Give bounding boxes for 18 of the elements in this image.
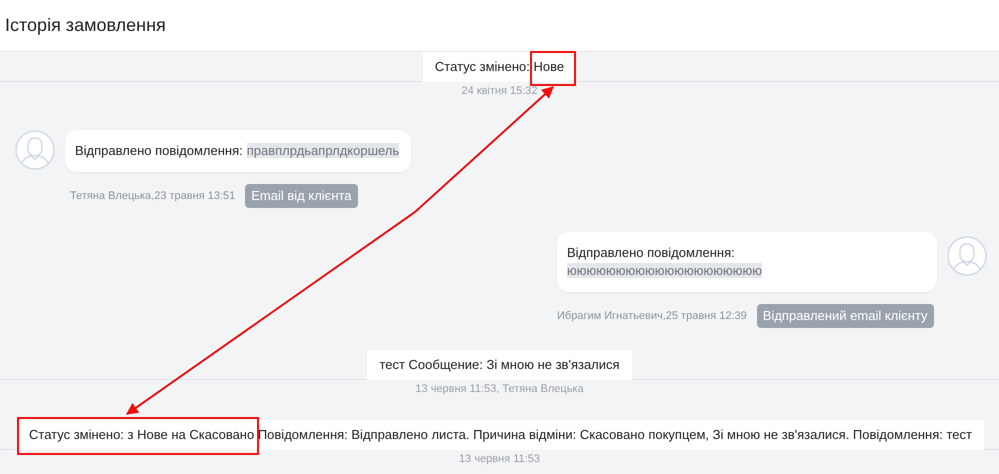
user-avatar-icon	[15, 130, 55, 170]
event-time: 13 червня 11:53	[459, 452, 540, 466]
message-author: Тетяна Влецька,23 травня 13:51	[70, 188, 236, 204]
highlight-frame	[530, 51, 576, 86]
user-avatar-icon	[947, 236, 987, 276]
message-tag: Відправлений email клієнту	[756, 304, 934, 328]
message-tag: Email від клієнта	[245, 184, 358, 208]
page-title: Історія замовлення	[5, 14, 166, 37]
hidden-text: правплрдьапрлдкоршель	[246, 143, 400, 158]
event-time: 24 квітня 15:32	[461, 84, 538, 98]
hidden-text: юююююююююююююююююююю	[567, 263, 762, 278]
message-label: Відправлено повідомлення:	[567, 244, 736, 262]
event-time: 13 червня 11:53, Тетяна Влецька	[415, 382, 584, 396]
event-text: Статус змінено: Нове	[422, 52, 576, 82]
message-label: Відправлено повідомлення:	[75, 143, 243, 158]
event-text: Статус змінено: з Нове на Скасовано Повідомлення: Відправлено листа. Причина відміни: Скасовано покупцем, Зі мною не зв'язалися. Повідомлення: тест	[17, 420, 984, 450]
event-text: тест Сообщение: Зі мною не зв'язалися	[367, 350, 632, 380]
message-author: Ибрагим Игнатьевич,25 травня 12:39	[557, 308, 747, 324]
